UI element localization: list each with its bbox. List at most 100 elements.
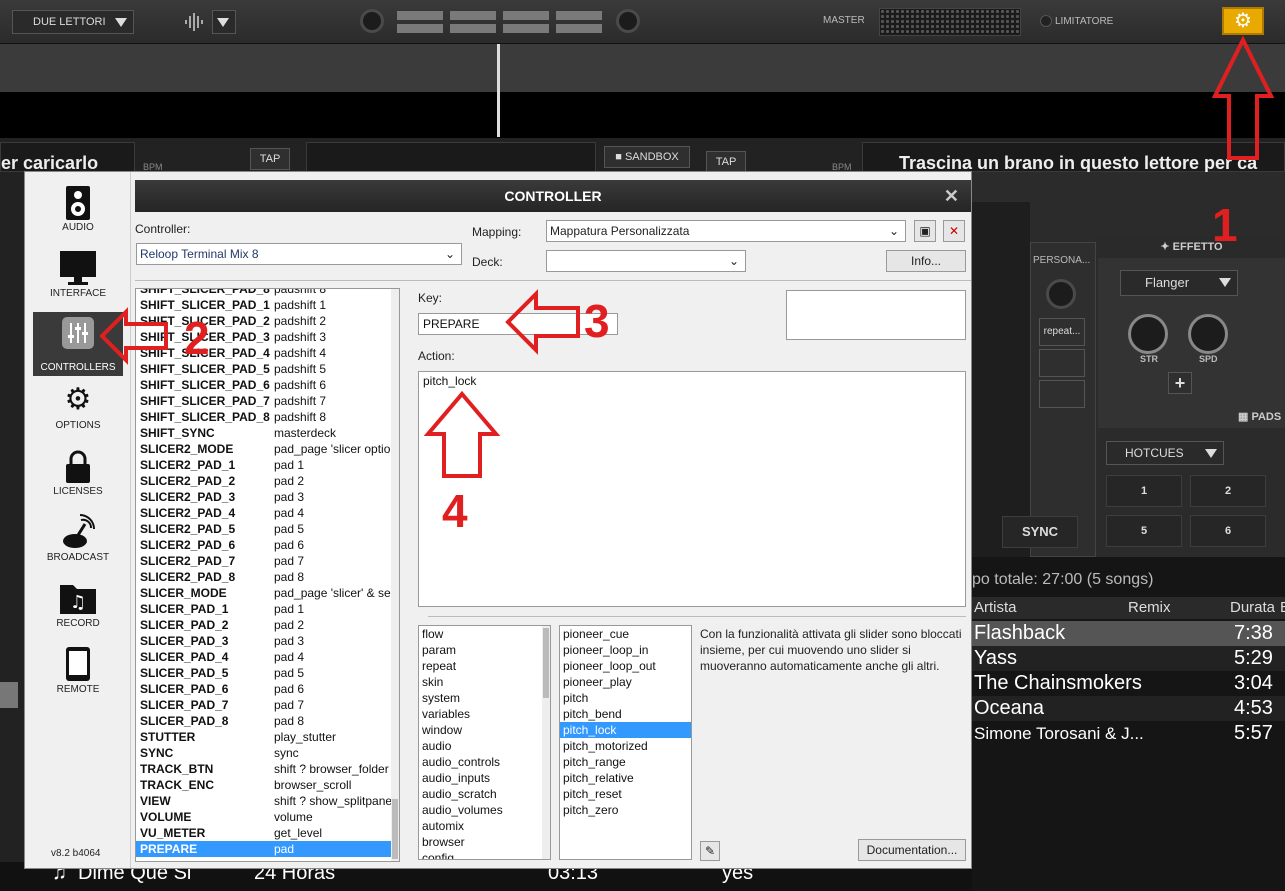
category-item[interactable]: config (419, 850, 550, 859)
mapping-row[interactable]: SLICER2_PAD_4 pad 4 (136, 505, 399, 521)
playlist-row[interactable]: Oceana 4:53 (972, 696, 1285, 721)
category-item[interactable]: flow (419, 626, 550, 642)
verb-item[interactable]: pioneer_play (560, 674, 691, 690)
verb-item[interactable]: pioneer_loop_in (560, 642, 691, 658)
mapping-row[interactable]: SLICER_PAD_3 pad 3 (136, 633, 399, 649)
mapping-row[interactable]: PREPARE pad (136, 841, 399, 857)
mapping-row[interactable]: TRACK_BTN shift ? browser_folder (136, 761, 399, 777)
crossfader-left-knob[interactable] (360, 9, 384, 33)
category-item[interactable]: audio_inputs (419, 770, 550, 786)
save-mapping-button[interactable]: ▣ (914, 220, 936, 242)
mapping-row[interactable]: SHIFT_SLICER_PAD_5 padshift 5 (136, 361, 399, 377)
sidebar-item-audio[interactable]: AUDIO (25, 182, 131, 244)
pad-button-5[interactable]: 5 (1106, 515, 1182, 547)
mapping-list[interactable]: SHIFT_SLICER_PAD_8 padshift 8 SHIFT_SLICER… (135, 288, 400, 862)
scrollbar-thumb[interactable] (543, 628, 549, 698)
mapping-row[interactable]: VIEW shift ? show_splitpane (136, 793, 399, 809)
sandbox-button[interactable]: ■ SANDBOX (604, 146, 690, 168)
mapping-row[interactable]: SLICER_PAD_5 pad 5 (136, 665, 399, 681)
mapping-row[interactable]: STUTTER play_stutter (136, 729, 399, 745)
mapping-scrollbar[interactable] (391, 289, 399, 861)
category-item[interactable]: audio_volumes (419, 802, 550, 818)
sampler-button-2[interactable] (1039, 349, 1085, 377)
sidebar-item-broadcast[interactable]: BROADCAST (25, 512, 131, 574)
category-item[interactable]: audio_scratch (419, 786, 550, 802)
sync-button[interactable]: SYNC (1002, 516, 1078, 548)
column-extra[interactable]: E (1280, 597, 1285, 619)
mapping-row[interactable]: SLICER_PAD_8 pad 8 (136, 713, 399, 729)
mapping-row[interactable]: SHIFT_SYNC masterdeck (136, 425, 399, 441)
sidebar-item-options[interactable]: ⚙ OPTIONS (25, 380, 131, 442)
category-item[interactable]: audio (419, 738, 550, 754)
controller-select[interactable]: Reloop Terminal Mix 8 ⌄ (136, 243, 462, 265)
verb-item[interactable]: pitch (560, 690, 691, 706)
category-item[interactable]: browser (419, 834, 550, 850)
verb-list[interactable]: pioneer_cue pioneer_loop_in pioneer_loop_o… (559, 625, 692, 860)
mapping-row[interactable]: TRACK_ENC browser_scroll (136, 777, 399, 793)
limiter-led[interactable] (1040, 15, 1052, 27)
crossfader-bars[interactable] (397, 11, 603, 35)
mapping-row[interactable]: SLICER_PAD_4 pad 4 (136, 649, 399, 665)
verb-item[interactable]: pitch_reset (560, 786, 691, 802)
deck-layout-dropdown[interactable]: DUE LETTORI (12, 10, 134, 34)
mapping-row[interactable]: SYNC sync (136, 745, 399, 761)
mapping-row[interactable]: SLICER_PAD_1 pad 1 (136, 601, 399, 617)
mapping-row[interactable]: VOLUME volume (136, 809, 399, 825)
sampler-button-3[interactable] (1039, 380, 1085, 408)
mapping-row[interactable]: SHIFT_SLICER_PAD_4 padshift 4 (136, 345, 399, 361)
documentation-button[interactable]: Documentation... (858, 839, 966, 861)
pad-button-1[interactable]: 1 (1106, 475, 1182, 507)
settings-button[interactable]: ⚙ (1222, 7, 1264, 35)
persona-knob[interactable] (1046, 279, 1076, 309)
category-item[interactable]: variables (419, 706, 550, 722)
category-item[interactable]: audio_controls (419, 754, 550, 770)
verb-item[interactable]: pitch_range (560, 754, 691, 770)
waveform-zoom[interactable] (0, 92, 1285, 138)
mapping-row[interactable]: SLICER2_PAD_6 pad 6 (136, 537, 399, 553)
mapping-row[interactable]: VU_METER get_level (136, 825, 399, 841)
category-item[interactable]: window (419, 722, 550, 738)
sidebar-item-remote[interactable]: REMOTE (25, 644, 131, 706)
delete-mapping-button[interactable]: ✕ (943, 220, 965, 242)
mapping-row[interactable]: SLICER2_PAD_3 pad 3 (136, 489, 399, 505)
verb-item[interactable]: pitch_bend (560, 706, 691, 722)
waveform-icon[interactable] (184, 12, 206, 32)
scrollbar-thumb[interactable] (392, 799, 398, 859)
mapping-row[interactable]: SHIFT_SLICER_PAD_7 padshift 7 (136, 393, 399, 409)
sidebar-item-record[interactable]: ♫ RECORD (25, 578, 131, 640)
mapping-row[interactable]: SLICER2_MODE pad_page 'slicer optio (136, 441, 399, 457)
category-item[interactable]: repeat (419, 658, 550, 674)
verb-item[interactable]: pioneer_cue (560, 626, 691, 642)
category-item[interactable]: system (419, 690, 550, 706)
action-editor[interactable]: pitch_lock (418, 371, 966, 607)
str-knob[interactable] (1128, 314, 1168, 354)
sidebar-item-interface[interactable]: INTERFACE (25, 248, 131, 310)
mapping-row[interactable]: SHIFT_SLICER_PAD_2 padshift 2 (136, 313, 399, 329)
verb-item[interactable]: pitch_lock (560, 722, 691, 738)
sidebar-item-licenses[interactable]: LICENSES (25, 446, 131, 508)
category-list[interactable]: flow param repeat skin system variables window… (418, 625, 551, 860)
mapping-row[interactable]: SHIFT_SLICER_PAD_8 padshift 8 (136, 409, 399, 425)
mapping-row[interactable]: SLICER2_PAD_1 pad 1 (136, 457, 399, 473)
playlist-row[interactable]: Yass 5:29 (972, 646, 1285, 671)
info-button[interactable]: Info... (886, 250, 966, 272)
verb-item[interactable]: pitch_zero (560, 802, 691, 818)
verb-item[interactable]: pitch_relative (560, 770, 691, 786)
mapping-row[interactable]: SLICER2_PAD_7 pad 7 (136, 553, 399, 569)
deck-select[interactable]: ⌄ (546, 250, 746, 272)
add-effect-button[interactable]: + (1168, 372, 1192, 394)
pad-button-6[interactable]: 6 (1190, 515, 1266, 547)
mapping-row[interactable]: SHIFT_SLICER_PAD_1 padshift 1 (136, 297, 399, 313)
pad-button-2[interactable]: 2 (1190, 475, 1266, 507)
sidebar-item-controllers[interactable]: CONTROLLERS (33, 312, 123, 376)
jog-wheel-area[interactable] (972, 202, 1030, 557)
tap-right-button[interactable]: TAP (706, 151, 746, 173)
tap-left-button[interactable]: TAP (250, 148, 290, 170)
mapping-row[interactable]: SLICER_PAD_6 pad 6 (136, 681, 399, 697)
crossfader-right-knob[interactable] (616, 9, 640, 33)
mapping-row[interactable]: SHIFT_SLICER_PAD_3 padshift 3 (136, 329, 399, 345)
repeat-button[interactable]: repeat... (1039, 318, 1085, 346)
mapping-row[interactable]: SLICER_MODE pad_page 'slicer' & se (136, 585, 399, 601)
waveform-dropdown[interactable] (212, 10, 236, 34)
column-duration[interactable]: Durata (1230, 597, 1275, 619)
